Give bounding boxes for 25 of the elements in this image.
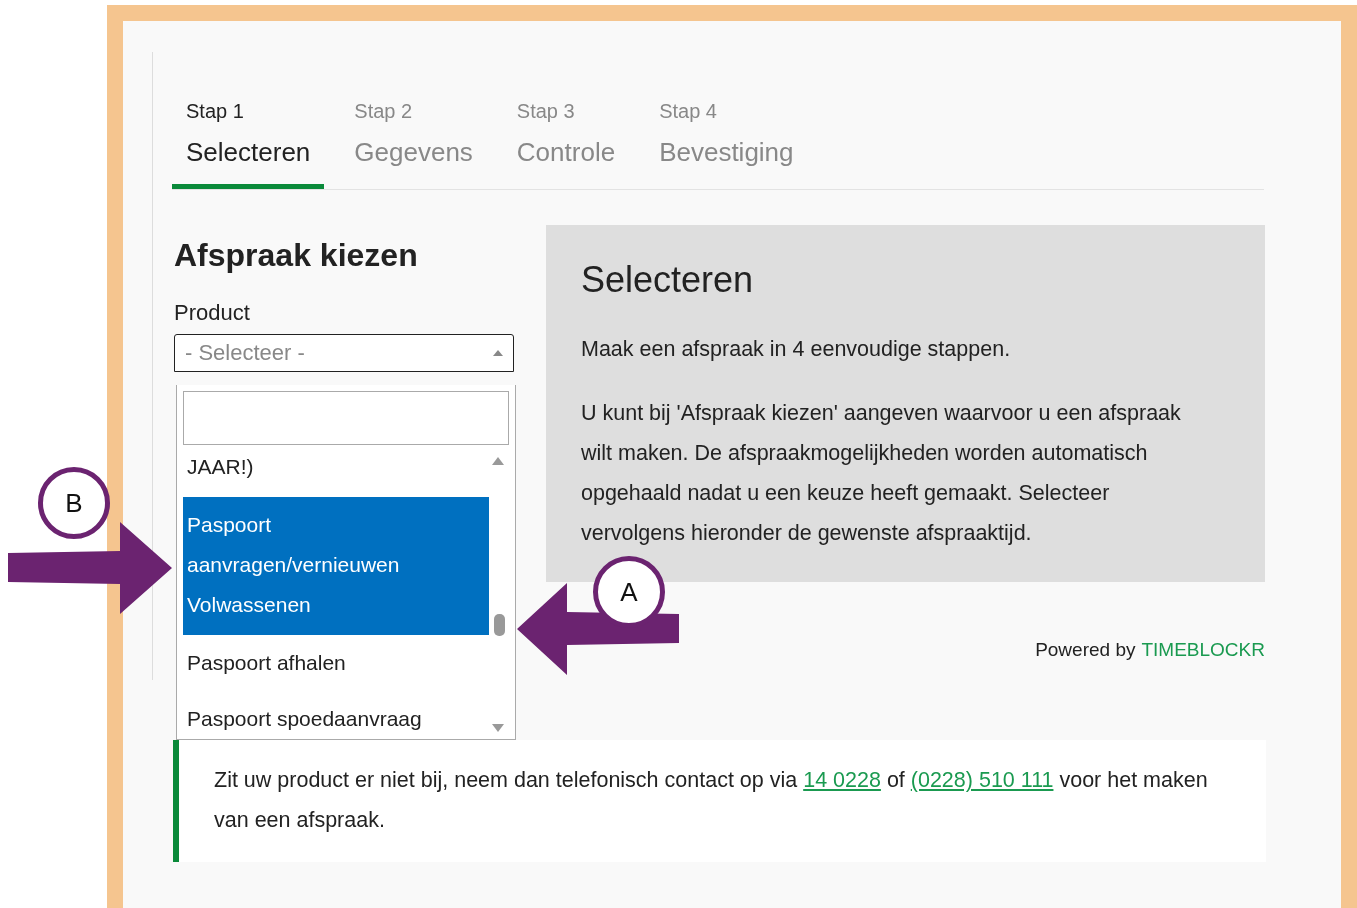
step-tab[interactable]: Stap 2 Gegevens xyxy=(340,100,487,189)
panel-text: U kunt bij 'Afspraak kiezen' aangeven waarvoor u een afspraak wilt maken. De afspraakmogelijkheden worden automatisch opgehaald nadat u een keuze heeft gemaakt. Selecteer vervolgens hieronder de gewenste afspraaktijd. xyxy=(581,400,1182,547)
panel-text: Maak een afspraak in 4 eenvoudige stappen. xyxy=(581,336,1012,363)
scrollbar-thumb[interactable] xyxy=(494,614,505,636)
notice-text: Zit uw product er niet bij, neem dan telefonisch contact op via 14 0228 of (0228) 510 111 voor het maken van een afspraak. xyxy=(214,767,1209,834)
step-tab[interactable]: Stap 3 Controle xyxy=(502,100,630,189)
product-select[interactable]: - Selecteer - xyxy=(174,334,514,372)
callout-label: B xyxy=(38,467,110,539)
search-field[interactable] xyxy=(183,391,509,445)
dropdown-option[interactable]: Paspoort spoedaanvraag xyxy=(183,691,489,739)
phone-link[interactable]: 14 0228 xyxy=(803,768,881,792)
field-label: Product xyxy=(174,300,251,326)
phone-link[interactable]: (0228) 510 111 xyxy=(910,768,1054,792)
panel-title: Selecteren xyxy=(581,259,755,301)
powered-by-text: Powered by xyxy=(1035,639,1136,661)
dropdown-option[interactable]: Paspoort afhalen xyxy=(183,635,489,691)
step-tab[interactable]: Stap 4 Bevestiging xyxy=(645,100,808,189)
caret-icon xyxy=(493,350,503,356)
dropdown-option[interactable]: JAAR!) xyxy=(183,447,489,497)
scroll-up-icon[interactable] xyxy=(492,457,504,465)
brand-link[interactable]: TIMEBLOCKR xyxy=(1141,639,1265,661)
section-heading: Afspraak kiezen xyxy=(174,237,419,274)
dropdown-option[interactable]: Paspoort aanvragen/vernieuwen Volwassenen xyxy=(183,497,489,635)
scroll-down-icon[interactable] xyxy=(492,724,504,732)
step-tab[interactable]: Stap 1 Selecteren xyxy=(172,100,325,189)
